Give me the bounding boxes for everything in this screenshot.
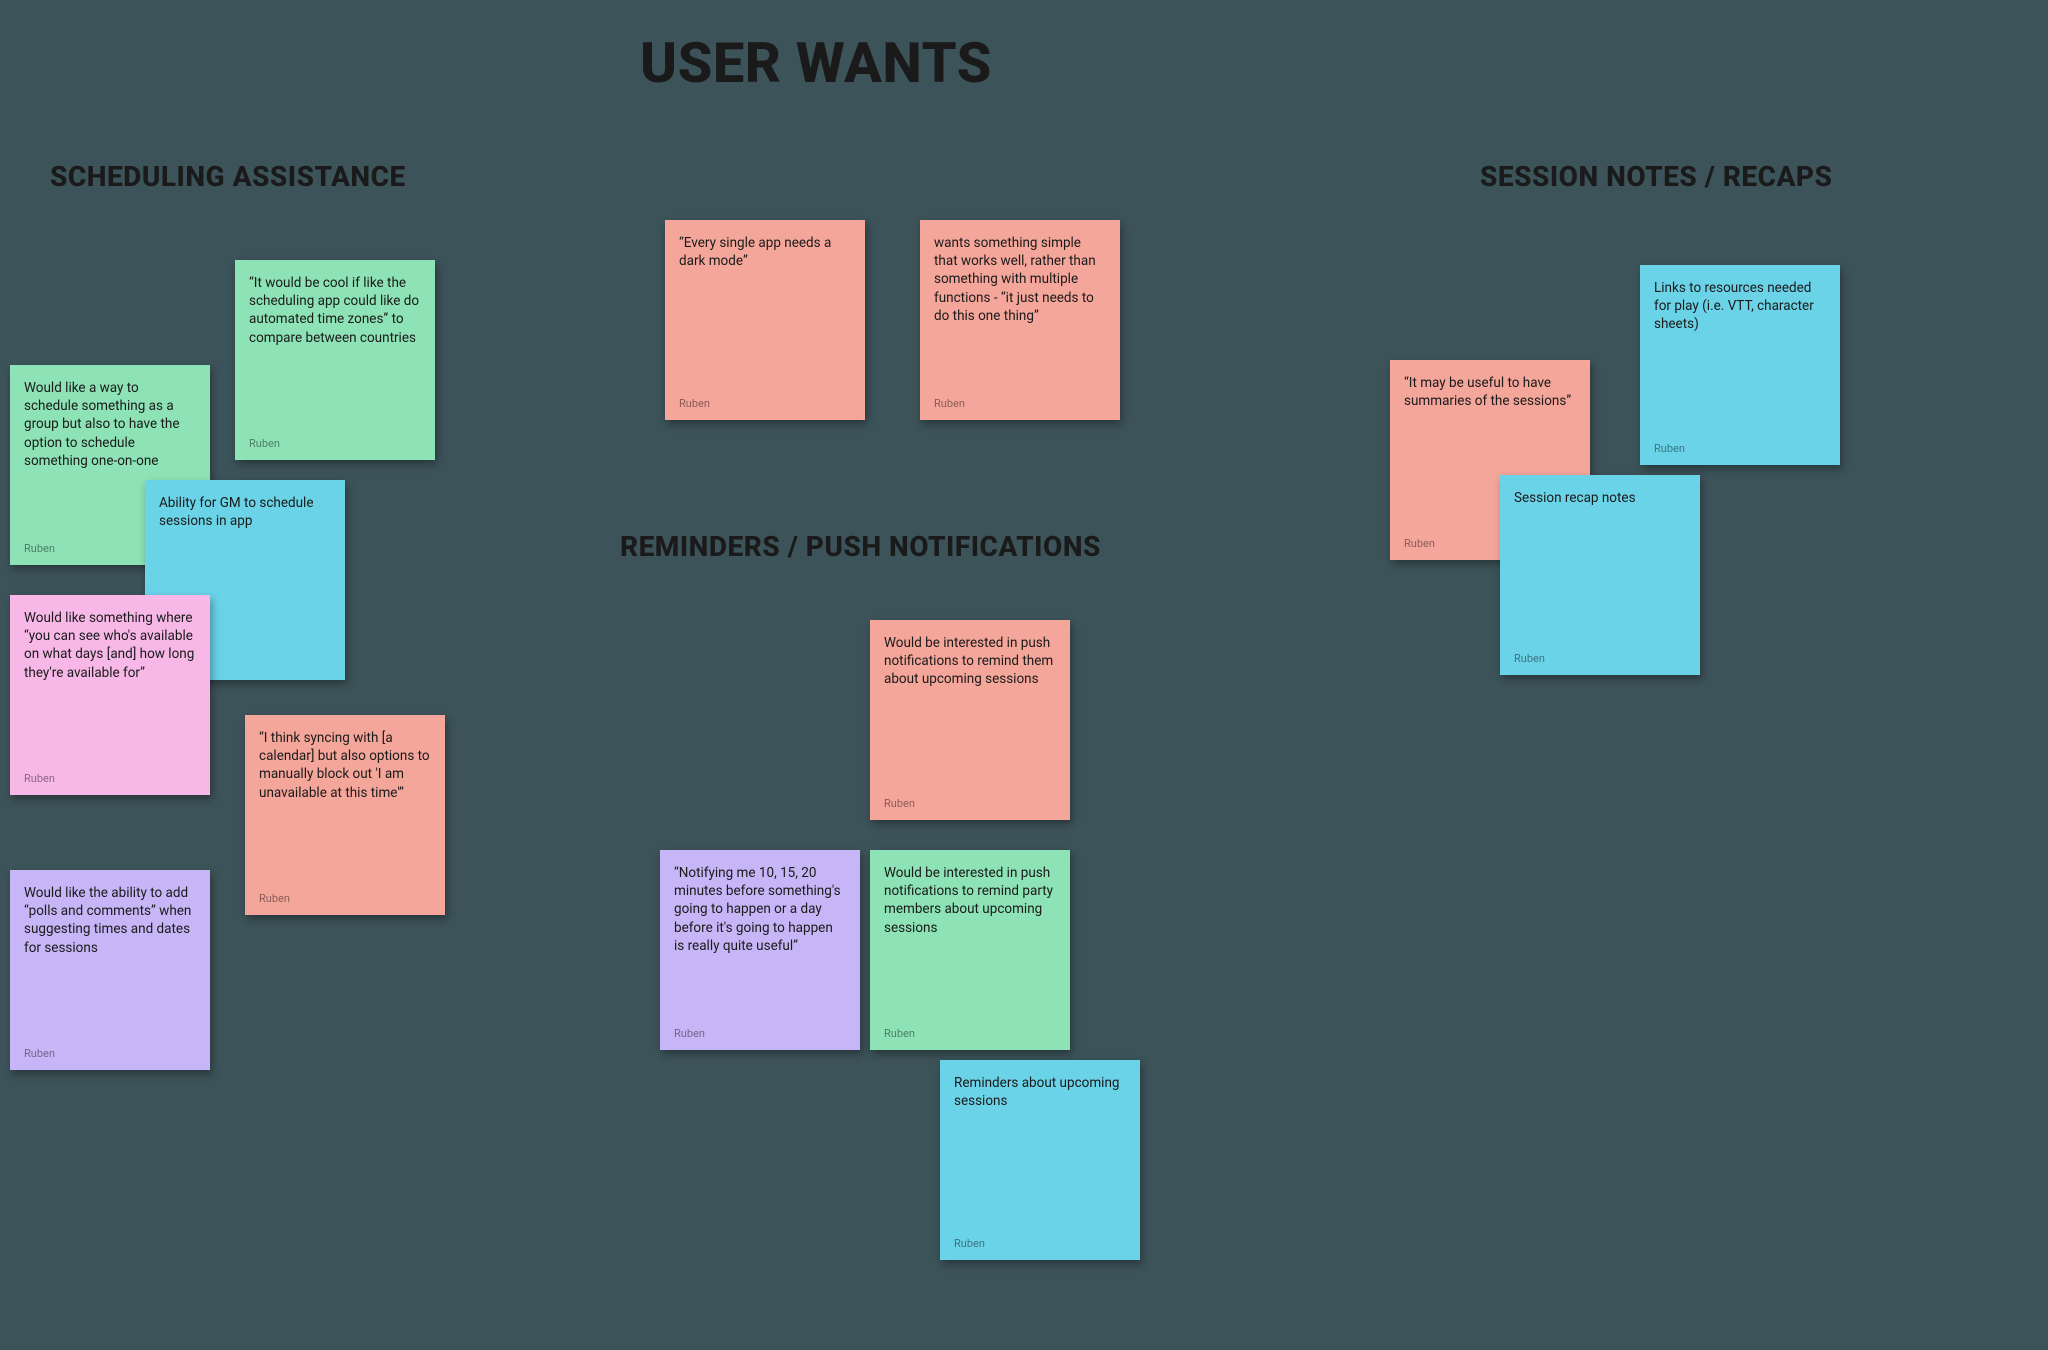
sticky-author: Ruben	[679, 397, 851, 410]
sticky-author: Ruben	[674, 1027, 846, 1040]
sticky-author: Ruben	[24, 1047, 196, 1060]
sticky-rem-timing[interactable]: “Notifying me 10, 15, 20 minutes before …	[660, 850, 860, 1050]
sticky-rem-push-self[interactable]: Would be interested in push notification…	[870, 620, 1070, 820]
sticky-rem-upcoming[interactable]: Reminders about upcoming sessions Ruben	[940, 1060, 1140, 1260]
sticky-text: “It may be useful to have summaries of t…	[1404, 374, 1576, 410]
sticky-text: Would like something where “you can see …	[24, 609, 196, 682]
sticky-text: Would be interested in push notification…	[884, 864, 1056, 937]
section-title-reminders: REMINDERS / PUSH NOTIFICATIONS	[620, 530, 1101, 563]
section-title-notes: SESSION NOTES / RECAPS	[1480, 160, 1832, 193]
sticky-author: Ruben	[24, 772, 196, 785]
sticky-author: Ruben	[954, 1237, 1126, 1250]
sticky-text: Would like the ability to add “polls and…	[24, 884, 196, 957]
sticky-text: “It would be cool if like the scheduling…	[249, 274, 421, 347]
sticky-text: “I think syncing with [a calendar] but a…	[259, 729, 431, 802]
sticky-text: Reminders about upcoming sessions	[954, 1074, 1126, 1110]
sticky-text: wants something simple that works well, …	[934, 234, 1106, 325]
sticky-author: Ruben	[884, 797, 1056, 810]
sticky-author: Ruben	[1654, 442, 1826, 455]
sticky-sched-calendar-sync[interactable]: “I think syncing with [a calendar] but a…	[245, 715, 445, 915]
sticky-text: Links to resources needed for play (i.e.…	[1654, 279, 1826, 334]
sticky-sched-availability[interactable]: Would like something where “you can see …	[10, 595, 210, 795]
affinity-canvas[interactable]: USER WANTS SCHEDULING ASSISTANCE REMINDE…	[0, 0, 2048, 1350]
sticky-author: Ruben	[934, 397, 1106, 410]
sticky-text: Would like a way to schedule something a…	[24, 379, 196, 470]
sticky-text: Ability for GM to schedule sessions in a…	[159, 494, 331, 530]
sticky-text: “Notifying me 10, 15, 20 minutes before …	[674, 864, 846, 955]
sticky-sched-polls[interactable]: Would like the ability to add “polls and…	[10, 870, 210, 1070]
sticky-notes-resources[interactable]: Links to resources needed for play (i.e.…	[1640, 265, 1840, 465]
sticky-author: Ruben	[249, 437, 421, 450]
sticky-general-simple[interactable]: wants something simple that works well, …	[920, 220, 1120, 420]
sticky-author: Ruben	[1514, 652, 1686, 665]
main-title: USER WANTS	[640, 30, 992, 96]
section-title-scheduling: SCHEDULING ASSISTANCE	[50, 160, 406, 193]
sticky-text: Would be interested in push notification…	[884, 634, 1056, 689]
sticky-sched-timezones[interactable]: “It would be cool if like the scheduling…	[235, 260, 435, 460]
sticky-text: “Every single app needs a dark mode”	[679, 234, 851, 270]
sticky-rem-push-party[interactable]: Would be interested in push notification…	[870, 850, 1070, 1050]
sticky-text: Session recap notes	[1514, 489, 1686, 507]
sticky-author: Ruben	[884, 1027, 1056, 1040]
sticky-author: Ruben	[259, 892, 431, 905]
sticky-general-darkmode[interactable]: “Every single app needs a dark mode” Rub…	[665, 220, 865, 420]
sticky-notes-recap[interactable]: Session recap notes Ruben	[1500, 475, 1700, 675]
